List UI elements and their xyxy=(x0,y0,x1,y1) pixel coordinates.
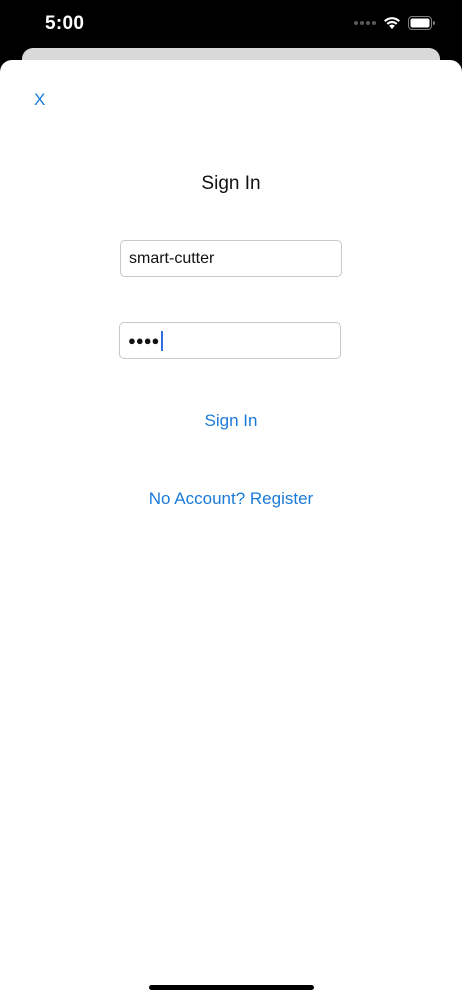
username-field[interactable]: smart-cutter xyxy=(120,240,342,277)
status-bar: 5:00 xyxy=(0,0,462,48)
sign-in-modal xyxy=(0,60,462,1000)
text-cursor xyxy=(161,330,164,351)
sign-in-button[interactable]: Sign In xyxy=(0,411,462,431)
status-icons xyxy=(354,16,436,30)
page-title: Sign In xyxy=(201,173,261,194)
status-time: 5:00 xyxy=(45,13,85,34)
home-indicator[interactable] xyxy=(149,985,314,990)
username-value: smart-cutter xyxy=(129,249,215,267)
wifi-icon xyxy=(383,16,401,30)
cellular-signal-icon xyxy=(354,21,376,25)
password-value: ●●●● xyxy=(128,333,160,348)
register-button[interactable]: No Account? Register xyxy=(0,489,462,509)
close-button[interactable]: X xyxy=(34,90,45,110)
battery-icon xyxy=(408,16,436,30)
password-field[interactable]: ●●●● xyxy=(119,322,341,359)
